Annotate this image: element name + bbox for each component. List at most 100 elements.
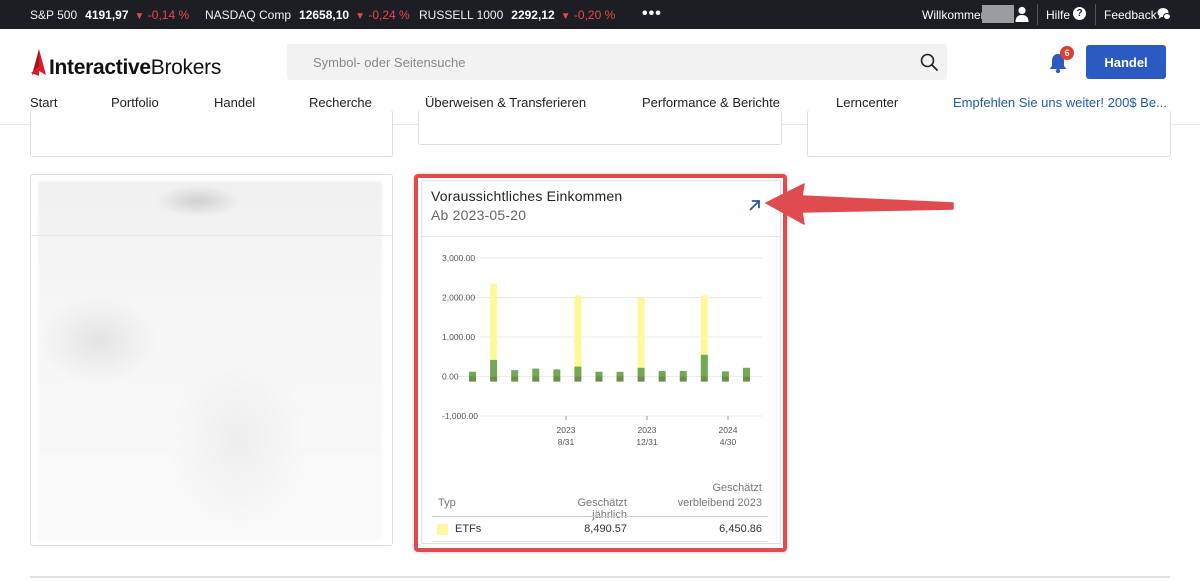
username-redacted bbox=[982, 5, 1014, 23]
nav-item-performance[interactable]: Performance & Berichte bbox=[642, 95, 780, 110]
ticker-name: S&P 500 bbox=[30, 8, 78, 22]
x-tick-date: 8/31 bbox=[558, 437, 575, 447]
ticker-change: ▼ -0,24 % bbox=[355, 8, 410, 22]
ticker-change: ▼ -0,14 % bbox=[135, 8, 190, 22]
y-tick-label: 0.00 bbox=[442, 372, 459, 382]
symbol-search-input[interactable] bbox=[287, 44, 947, 80]
ticker-value: 12658,10 bbox=[299, 8, 350, 22]
negative-bar bbox=[721, 376, 729, 382]
trade-button[interactable]: Handel bbox=[1086, 45, 1166, 79]
logo-wordmark: InteractiveBrokers bbox=[49, 56, 221, 80]
x-tick-year: 2024 bbox=[719, 425, 738, 435]
ticker-change-value: -0,20 % bbox=[573, 8, 616, 22]
negative-bar bbox=[700, 376, 708, 382]
green-bar bbox=[553, 369, 561, 377]
negative-bar bbox=[532, 376, 540, 382]
interactive-brokers-logo[interactable]: InteractiveBrokers bbox=[30, 49, 230, 81]
logo-wordmark-part2: Brokers bbox=[150, 56, 222, 79]
x-tick-date: 4/30 bbox=[720, 437, 737, 447]
help-link[interactable]: Hilfe bbox=[1046, 8, 1070, 22]
divider bbox=[1095, 4, 1096, 25]
down-triangle-icon: ▼ bbox=[560, 11, 571, 22]
negative-bar bbox=[658, 376, 666, 382]
negative-bar bbox=[742, 376, 750, 382]
y-tick-label: -1,000.00 bbox=[442, 411, 478, 421]
green-bar bbox=[658, 370, 666, 377]
nav-item-referral-promo[interactable]: Empfehlen Sie uns weiter! 200$ Be... bbox=[953, 95, 1167, 110]
green-bar bbox=[616, 371, 624, 377]
etf-legend-swatch bbox=[437, 524, 448, 535]
green-bar bbox=[679, 370, 687, 377]
table-header-remaining-line1: Geschätzt bbox=[712, 482, 762, 494]
table-header-remaining-line2: verbleibend 2023 bbox=[677, 497, 762, 509]
ticker-item-sp500[interactable]: S&P 500 4191,97 ▼ -0,14 % bbox=[30, 8, 189, 22]
logo-wordmark-part1: Interactive bbox=[49, 56, 151, 79]
negative-bar bbox=[637, 376, 645, 382]
notification-count-badge: 6 bbox=[1060, 46, 1074, 60]
ticker-bar: S&P 500 4191,97 ▼ -0,14 % NASDAQ Comp 12658… bbox=[0, 0, 1200, 29]
income-card-divider bbox=[422, 236, 780, 237]
row-remaining: 6,450.86 bbox=[719, 523, 762, 535]
expand-arrow-icon[interactable] bbox=[748, 198, 762, 212]
ticker-item-russell[interactable]: RUSSELL 1000 2292,12 ▼ -0,20 % bbox=[419, 8, 615, 22]
green-bar bbox=[574, 366, 582, 377]
ticker-change-value: -0,24 % bbox=[368, 8, 410, 22]
widget-card-left-top bbox=[30, 110, 393, 157]
negative-bar bbox=[616, 376, 624, 382]
negative-bar bbox=[553, 376, 561, 382]
divider bbox=[1037, 4, 1038, 25]
feedback-link[interactable]: Feedback bbox=[1104, 8, 1157, 22]
negative-bar bbox=[679, 376, 687, 382]
ticker-name: RUSSELL 1000 bbox=[419, 8, 504, 22]
nav-item-lerncenter[interactable]: Lerncenter bbox=[836, 95, 898, 110]
table-row: ETFs 8,490.57 6,450.86 bbox=[432, 516, 768, 542]
widget-card-middle-top bbox=[418, 110, 782, 145]
green-bar bbox=[469, 371, 477, 377]
ticker-item-nasdaq[interactable]: NASDAQ Comp 12658,10 ▼ -0,24 % bbox=[205, 8, 410, 22]
welcome-text: Willkommen bbox=[922, 8, 988, 22]
negative-bar bbox=[595, 376, 603, 382]
widget-card-right-top bbox=[807, 110, 1171, 157]
nav-item-portfolio[interactable]: Portfolio bbox=[111, 95, 159, 110]
income-card-title: Voraussichtliches Einkommen bbox=[431, 188, 623, 204]
green-bar bbox=[637, 367, 645, 377]
down-triangle-icon: ▼ bbox=[134, 11, 145, 22]
ticker-change-value: -0,14 % bbox=[147, 8, 190, 22]
green-bar bbox=[490, 359, 498, 377]
row-type: ETFs bbox=[455, 523, 482, 535]
nav-item-transfers[interactable]: Überweisen & Transferieren bbox=[425, 95, 586, 110]
green-bar bbox=[742, 367, 750, 377]
projected-income-chart: 3,000.00 2,000.00 1,000.00 0.00 -1,000.00 202… bbox=[442, 253, 762, 447]
page-bottom-divider bbox=[30, 576, 1170, 578]
search-icon[interactable] bbox=[920, 53, 938, 71]
y-tick-label: 3,000.00 bbox=[442, 253, 475, 263]
x-tick-date: 12/31 bbox=[636, 437, 658, 447]
negative-bar bbox=[511, 376, 519, 382]
user-icon[interactable] bbox=[1015, 6, 1029, 22]
logo-flame-icon bbox=[31, 49, 46, 76]
negative-bar bbox=[574, 376, 582, 382]
nav-item-handel[interactable]: Handel bbox=[214, 95, 255, 110]
y-tick-label: 1,000.00 bbox=[442, 332, 475, 342]
ticker-value: 4191,97 bbox=[85, 8, 129, 22]
etf-bar bbox=[637, 297, 645, 377]
etf-bar bbox=[574, 295, 582, 377]
annotation-arrow-icon bbox=[765, 183, 954, 225]
nav-item-recherche[interactable]: Recherche bbox=[309, 95, 372, 110]
y-tick-label: 2,000.00 bbox=[442, 293, 475, 303]
income-card-subtitle: Ab 2023-05-20 bbox=[431, 207, 527, 223]
negative-bar bbox=[469, 376, 477, 382]
x-tick-year: 2023 bbox=[638, 425, 657, 435]
feedback-chat-icon[interactable] bbox=[1157, 7, 1171, 21]
x-tick-year: 2023 bbox=[557, 425, 576, 435]
nav-item-start[interactable]: Start bbox=[30, 95, 57, 110]
more-tickers-button[interactable]: ••• bbox=[642, 5, 662, 23]
down-triangle-icon: ▼ bbox=[355, 11, 365, 22]
help-icon[interactable]: ? bbox=[1073, 7, 1086, 20]
card-divider bbox=[30, 235, 392, 236]
green-bar bbox=[511, 370, 519, 377]
negative-bar bbox=[490, 376, 498, 382]
green-bar bbox=[532, 368, 540, 377]
green-bar bbox=[721, 371, 729, 377]
green-bar bbox=[700, 354, 708, 377]
